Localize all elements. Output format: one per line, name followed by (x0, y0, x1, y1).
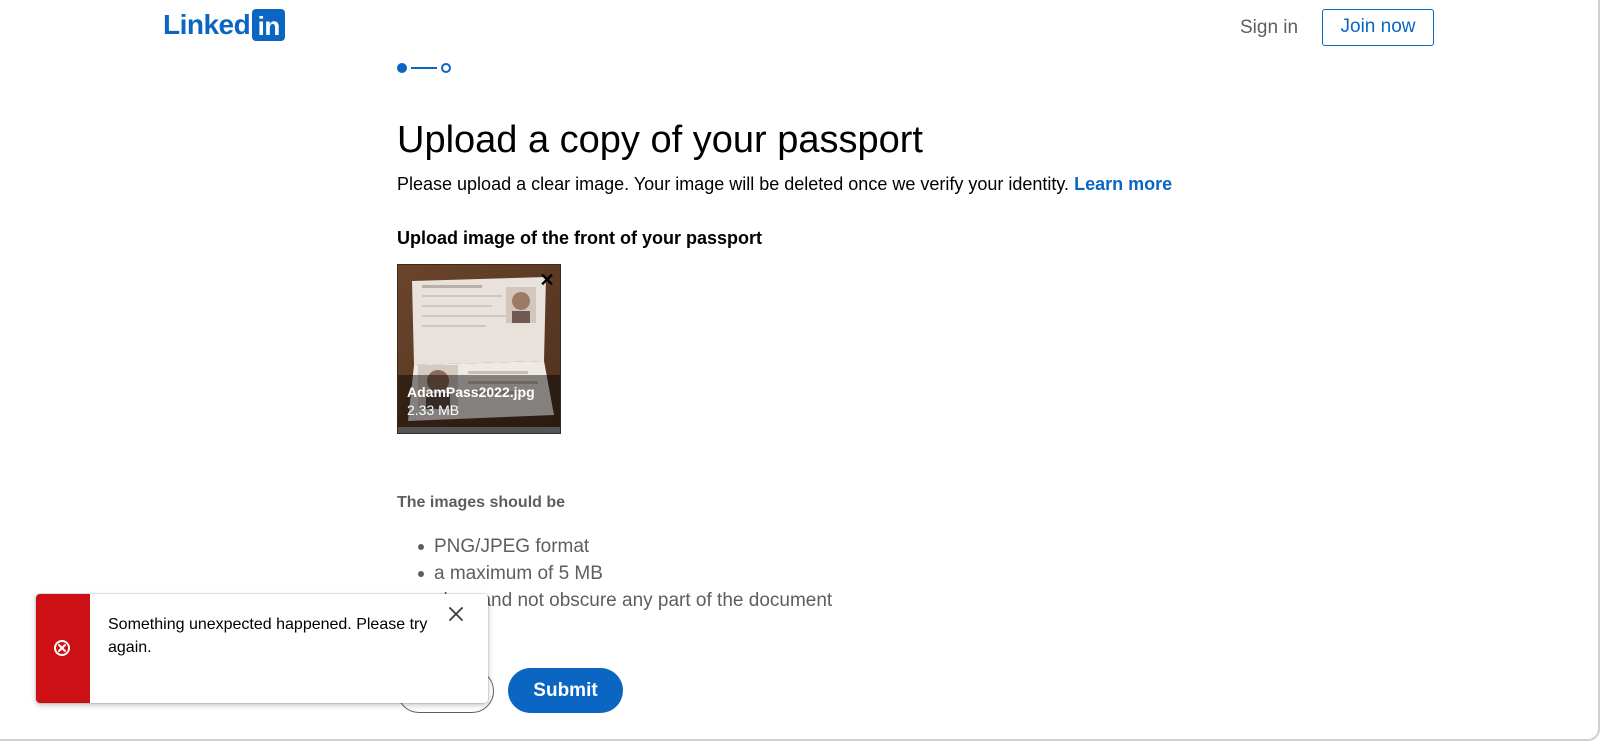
step-2-indicator (441, 63, 451, 73)
requirement-item: a maximum of 5 MB (416, 560, 832, 587)
learn-more-link[interactable]: Learn more (1074, 174, 1172, 194)
toast-error-stripe (36, 594, 90, 703)
page-title: Upload a copy of your passport (397, 119, 923, 161)
toast-message: Something unexpected happened. Please tr… (108, 616, 428, 656)
step-connector (411, 67, 437, 69)
browser-window: Linked in Sign in Join now Upload a copy… (0, 0, 1600, 741)
upload-section-label: Upload image of the front of your passpo… (397, 228, 763, 248)
upload-progress-bar (398, 427, 560, 433)
logo-in-box: in (252, 9, 286, 41)
sign-in-link[interactable]: Sign in (1240, 14, 1298, 42)
linkedin-logo[interactable]: Linked in (163, 9, 286, 41)
requirements-heading: The images should be (397, 494, 566, 511)
step-1-indicator (397, 63, 407, 73)
submit-button[interactable]: Submit (508, 668, 623, 713)
subtitle-text: Please upload a clear image. Your image … (397, 174, 1070, 194)
progress-stepper (397, 63, 453, 73)
uploaded-image-thumbnail[interactable]: ✕ AdamPass2022.jpg 2.33 MB (397, 264, 561, 434)
remove-image-icon[interactable]: ✕ (538, 271, 556, 289)
join-now-button[interactable]: Join now (1322, 9, 1434, 46)
close-icon[interactable] (446, 604, 466, 624)
file-size: 2.33 MB (407, 402, 460, 418)
logo-wordmark: Linked (163, 9, 251, 40)
file-info-overlay: AdamPass2022.jpg 2.33 MB (398, 375, 560, 427)
error-toast: Something unexpected happened. Please tr… (36, 594, 488, 703)
file-name: AdamPass2022.jpg (407, 384, 535, 400)
page-subtitle: Please upload a clear image. Your image … (397, 172, 1172, 196)
error-icon (54, 640, 70, 656)
requirement-item: PNG/JPEG format (416, 533, 832, 560)
